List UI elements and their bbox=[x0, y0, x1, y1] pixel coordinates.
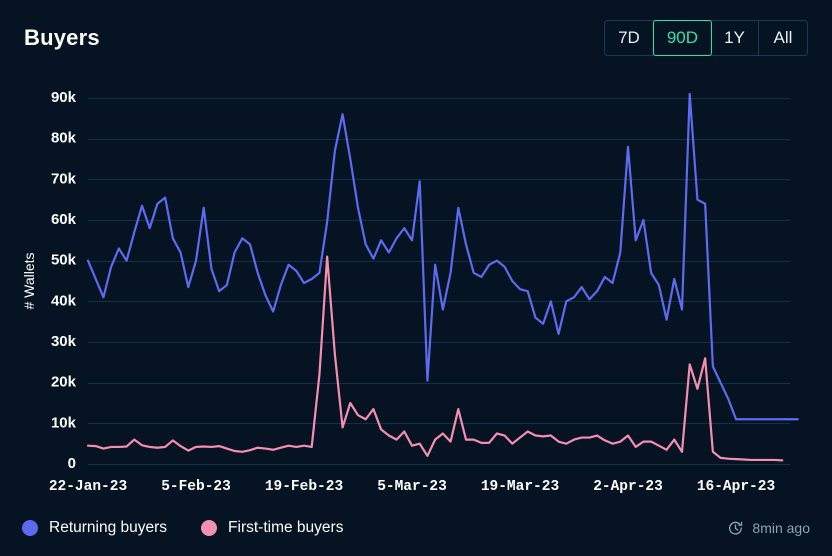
y-tick-10k: 10k bbox=[51, 414, 77, 431]
chart-legend: Returning buyers First-time buyers bbox=[22, 519, 343, 537]
buyers-chart-card: Buyers 7D 90D 1Y All 0 10k 20k 30k 40k 50k 60k… bbox=[0, 0, 832, 556]
time-range-selector[interactable]: 7D 90D 1Y All bbox=[604, 20, 808, 56]
x-tick-19-Mar-23: 19-Mar-23 bbox=[481, 479, 559, 495]
y-tick-30k: 30k bbox=[51, 333, 77, 350]
y-tick-90k: 90k bbox=[51, 89, 77, 106]
chart-plot-area: 0 10k 20k 30k 40k 50k 60k 70k 80k 90k 22-Jan-23 5-… bbox=[0, 76, 832, 500]
card-footer: Returning buyers First-time buyers 8min … bbox=[0, 500, 832, 556]
range-button-90d[interactable]: 90D bbox=[653, 20, 712, 56]
y-tick-0: 0 bbox=[68, 455, 76, 472]
range-button-1y[interactable]: 1Y bbox=[711, 21, 759, 55]
series-line-first-time-buyers bbox=[88, 257, 782, 461]
x-tick-19-Feb-23: 19-Feb-23 bbox=[265, 479, 343, 495]
last-updated: 8min ago bbox=[727, 520, 810, 537]
page-title: Buyers bbox=[24, 25, 100, 51]
last-updated-text: 8min ago bbox=[752, 520, 810, 536]
legend-color-dot-first-time bbox=[201, 520, 217, 536]
legend-item-first-time-buyers[interactable]: First-time buyers bbox=[201, 519, 343, 537]
legend-label-first-time: First-time buyers bbox=[228, 519, 343, 537]
y-axis-tick-labels: 0 10k 20k 30k 40k 50k 60k 70k 80k 90k bbox=[51, 89, 77, 472]
data-series-group bbox=[88, 94, 798, 460]
y-tick-60k: 60k bbox=[51, 211, 77, 228]
card-header: Buyers 7D 90D 1Y All bbox=[0, 0, 832, 76]
x-tick-5-Mar-23: 5-Mar-23 bbox=[377, 479, 447, 495]
range-button-all[interactable]: All bbox=[759, 21, 807, 55]
range-button-7d[interactable]: 7D bbox=[605, 21, 654, 55]
x-tick-22-Jan-23: 22-Jan-23 bbox=[49, 479, 127, 495]
y-tick-20k: 20k bbox=[51, 374, 77, 391]
y-tick-40k: 40k bbox=[51, 292, 77, 309]
y-tick-70k: 70k bbox=[51, 170, 77, 187]
y-axis-label: # Wallets bbox=[21, 252, 37, 309]
x-tick-16-Apr-23: 16-Apr-23 bbox=[697, 479, 775, 495]
line-chart: 0 10k 20k 30k 40k 50k 60k 70k 80k 90k 22-Jan-23 5-… bbox=[0, 76, 832, 500]
y-tick-50k: 50k bbox=[51, 252, 77, 269]
clock-refresh-icon bbox=[727, 520, 744, 537]
legend-item-returning-buyers[interactable]: Returning buyers bbox=[22, 519, 167, 537]
legend-label-returning: Returning buyers bbox=[49, 519, 167, 537]
y-tick-80k: 80k bbox=[51, 130, 77, 147]
x-tick-5-Feb-23: 5-Feb-23 bbox=[161, 479, 231, 495]
legend-color-dot-returning bbox=[22, 520, 38, 536]
x-axis-tick-labels: 22-Jan-23 5-Feb-23 19-Feb-23 5-Mar-23 19-Mar… bbox=[49, 479, 775, 495]
x-tick-2-Apr-23: 2-Apr-23 bbox=[593, 479, 663, 495]
